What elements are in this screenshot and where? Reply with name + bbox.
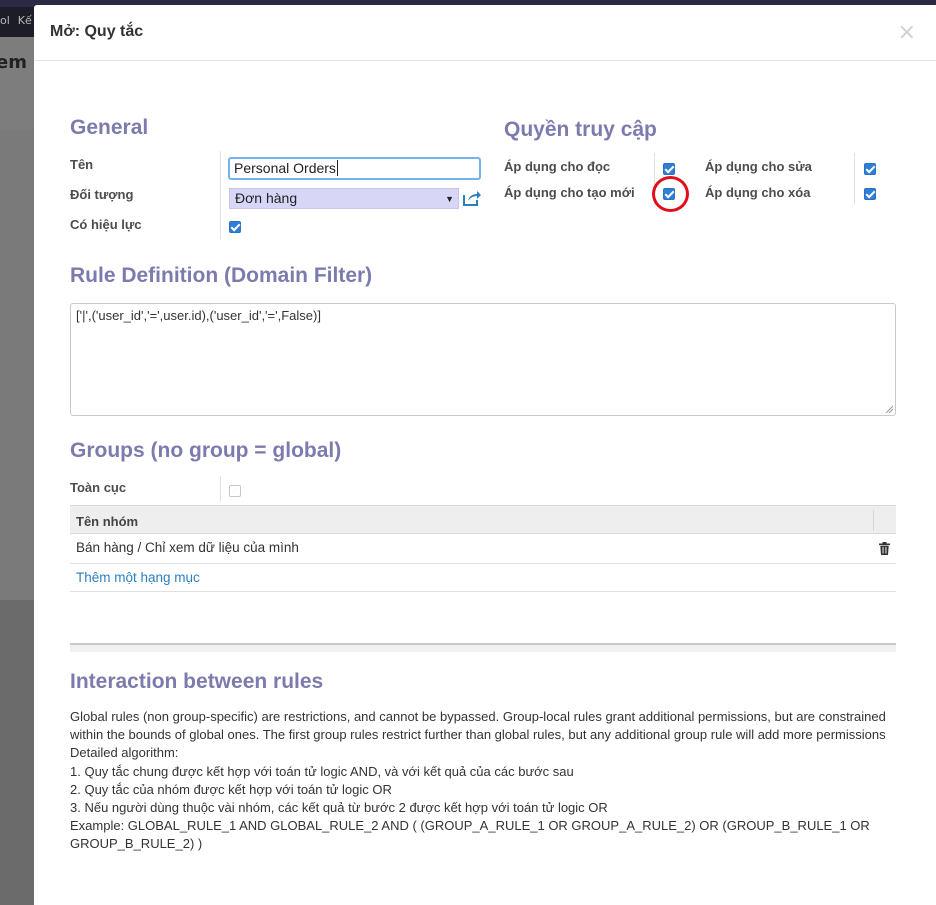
add-item-link[interactable]: Thêm một hạng mục bbox=[76, 570, 200, 585]
background-menu-item: Kế bbox=[17, 14, 32, 27]
interaction-help-text: Global rules (non group-specific) are re… bbox=[70, 708, 900, 854]
global-separator bbox=[220, 476, 221, 502]
column-separator bbox=[873, 510, 874, 531]
background-content-lower bbox=[0, 600, 34, 905]
domain-textarea[interactable]: ['|',('user_id','=',user.id),('user_id',… bbox=[70, 303, 896, 416]
model-select-value: Đơn hàng bbox=[235, 190, 298, 206]
dialog-title: Mở: Quy tắc bbox=[50, 23, 144, 40]
table-row[interactable]: Bán hàng / Chỉ xem dữ liệu của mình bbox=[70, 534, 896, 564]
section-divider bbox=[70, 643, 896, 652]
name-input[interactable]: Personal Orders bbox=[228, 157, 481, 180]
write-checkbox[interactable] bbox=[864, 163, 876, 175]
model-select[interactable]: Đơn hàng ▼ bbox=[229, 188, 459, 209]
active-checkbox[interactable] bbox=[229, 221, 241, 233]
algorithm-step-1: 1. Quy tắc chung được kết hợp với toán t… bbox=[70, 763, 574, 779]
highlight-ring bbox=[652, 176, 689, 212]
dialog-header: Mở: Quy tắc × bbox=[34, 5, 936, 61]
access-separator-right bbox=[854, 153, 855, 205]
background-menu: ol Kế bbox=[0, 7, 34, 37]
delete-label: Áp dụng cho xóa bbox=[705, 185, 811, 200]
background-content bbox=[0, 130, 34, 600]
background-menu-item: ol bbox=[0, 14, 10, 27]
model-label: Đối tượng bbox=[70, 187, 134, 202]
column-header-group-name[interactable]: Tên nhóm bbox=[76, 514, 138, 529]
domain-value: ['|',('user_id','=',user.id),('user_id',… bbox=[76, 308, 321, 323]
write-label: Áp dụng cho sửa bbox=[705, 159, 812, 174]
rule-dialog: Mở: Quy tắc × General Tên Đối tượng Có h… bbox=[34, 5, 936, 905]
name-input-value: Personal Orders bbox=[234, 160, 336, 176]
algorithm-example: Example: GLOBAL_RULE_1 AND GLOBAL_RULE_2… bbox=[70, 818, 870, 852]
algorithm-step-2: 2. Quy tắc của nhóm được kết hợp với toá… bbox=[70, 781, 392, 797]
add-item-row: Thêm một hạng mục bbox=[70, 564, 896, 592]
section-title-domain: Rule Definition (Domain Filter) bbox=[70, 264, 373, 287]
active-label: Có hiệu lực bbox=[70, 217, 142, 232]
algorithm-step-3: 3. Nếu người dùng thuộc vài nhóm, các kế… bbox=[70, 800, 608, 816]
caret-down-icon: ▼ bbox=[445, 194, 454, 204]
interaction-paragraph: Global rules (non group-specific) are re… bbox=[70, 709, 886, 743]
create-label: Áp dụng cho tạo mới bbox=[504, 185, 635, 200]
section-title-general: General bbox=[70, 116, 149, 139]
close-icon[interactable]: × bbox=[898, 22, 916, 44]
read-checkbox[interactable] bbox=[663, 163, 675, 175]
label-separator bbox=[220, 151, 221, 239]
resize-grip-icon[interactable] bbox=[885, 405, 893, 413]
groups-table-header: Tên nhóm bbox=[70, 505, 896, 534]
section-title-groups: Groups (no group = global) bbox=[70, 439, 342, 462]
section-title-interaction: Interaction between rules bbox=[70, 670, 324, 693]
global-label: Toàn cục bbox=[70, 480, 127, 495]
external-link-icon[interactable] bbox=[462, 189, 482, 207]
algorithm-title: Detailed algorithm: bbox=[70, 745, 179, 761]
background-panel-title: em d bbox=[0, 52, 34, 73]
delete-checkbox[interactable] bbox=[864, 188, 876, 200]
section-title-access: Quyền truy cập bbox=[504, 118, 657, 141]
group-name-cell[interactable]: Bán hàng / Chỉ xem dữ liệu của mình bbox=[76, 540, 299, 555]
read-label: Áp dụng cho đọc bbox=[504, 159, 611, 174]
trash-icon[interactable] bbox=[879, 542, 890, 555]
name-label: Tên bbox=[70, 157, 94, 172]
global-checkbox[interactable] bbox=[229, 485, 241, 497]
background-panel: em d bbox=[0, 37, 34, 130]
